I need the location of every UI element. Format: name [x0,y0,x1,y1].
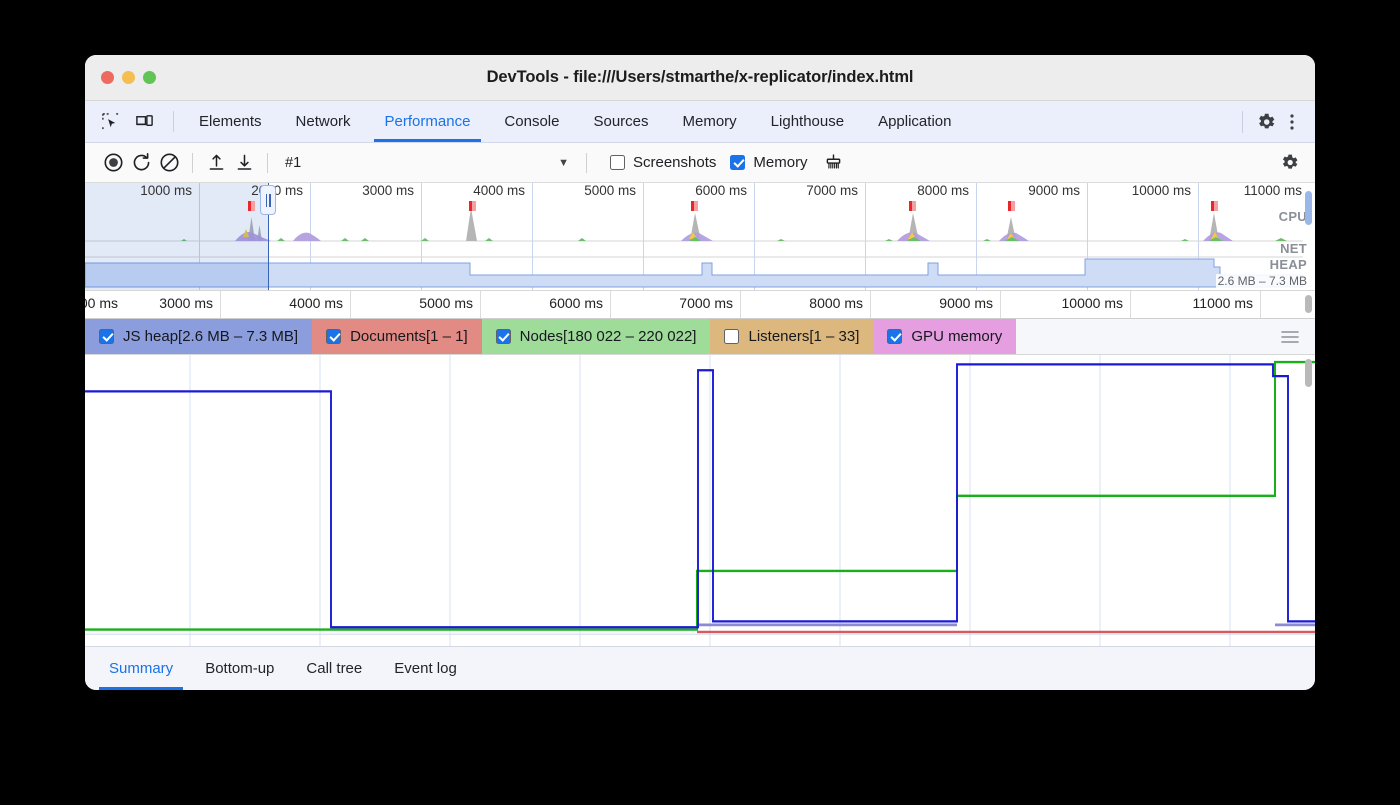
ruler-gridline [1000,291,1001,318]
memory-checkbox-row[interactable]: Memory [730,154,807,171]
details-tabbar: Summary Bottom-up Call tree Event log [85,646,1315,690]
devtools-window: DevTools - file:///Users/stmarthe/x-repl… [85,55,1315,690]
overview-track-label-heap: HEAP [1270,257,1307,272]
gpu-memory-checkbox[interactable] [887,329,902,344]
tab-call-tree[interactable]: Call tree [290,647,378,690]
tab-event-log[interactable]: Event log [378,647,473,690]
window-titlebar: DevTools - file:///Users/stmarthe/x-repl… [85,55,1315,101]
counter-toggle-listeners[interactable]: Listeners[1 – 33] [710,319,873,354]
toolbar-divider-1 [192,153,193,173]
overview-scrollbar[interactable] [1303,183,1314,290]
performance-toolbar: #1 ▼ Screenshots Memory [85,143,1315,183]
profile-selector-value: #1 [285,155,301,171]
listeners-label: Listeners[1 – 33] [748,328,859,345]
tabstrip-right-icons [1240,101,1315,142]
ruler-tick: 2000 ms [85,295,125,311]
nodes-label: Nodes[180 022 – 220 022] [520,328,697,345]
frame-marker [691,201,698,211]
toolbar-right-group [1275,149,1303,177]
memory-counters-legend: JS heap[2.6 MB – 7.3 MB] Documents[1 – 1… [85,319,1315,355]
ruler-tick: 6000 ms [549,295,610,311]
devtools-tabstrip: Elements Network Performance Console Sou… [85,101,1315,143]
ruler-tick: 9000 ms [939,295,1000,311]
js-heap-label: JS heap[2.6 MB – 7.3 MB] [123,328,298,345]
tabstrip-right-divider [1242,111,1243,133]
toolbar-divider-3 [586,153,587,173]
capture-settings-gear-icon[interactable] [1275,149,1303,177]
ruler-gridline [220,291,221,318]
toolbar-divider-2 [267,153,268,173]
profile-selector[interactable]: #1 ▼ [277,150,577,176]
ruler-gridline [1130,291,1131,318]
record-button[interactable] [99,149,127,177]
overview-selection-handle-left[interactable] [260,185,276,215]
tab-performance[interactable]: Performance [368,101,488,142]
ruler-gridline [740,291,741,318]
panel-tabs: Elements Network Performance Console Sou… [182,101,968,142]
counter-toggle-documents[interactable]: Documents[1 – 1] [312,319,482,354]
frame-marker [1211,201,1218,211]
settings-gear-icon[interactable] [1255,111,1277,133]
clear-button[interactable] [155,149,183,177]
frame-marker [248,201,255,211]
counter-toggle-gpu-memory[interactable]: GPU memory [873,319,1016,354]
memory-chart-scrollbar[interactable] [1303,355,1314,646]
ruler-gridline [350,291,351,318]
tab-bottom-up[interactable]: Bottom-up [189,647,290,690]
tab-summary[interactable]: Summary [93,647,189,690]
tab-application[interactable]: Application [861,101,968,142]
collect-garbage-icon[interactable] [820,149,848,177]
ruler-tick: 7000 ms [679,295,740,311]
ruler-tick: 8000 ms [809,295,870,311]
counter-toggle-nodes[interactable]: Nodes[180 022 – 220 022] [482,319,711,354]
frame-marker [909,201,916,211]
memory-chart-svg [85,355,1315,646]
frame-marker [1008,201,1015,211]
tabstrip-divider [173,111,174,132]
tab-lighthouse[interactable]: Lighthouse [754,101,861,142]
overview-heap-range: 2.6 MB – 7.3 MB [1216,274,1309,288]
ruler-gridline [870,291,871,318]
window-title: DevTools - file:///Users/stmarthe/x-repl… [85,68,1315,87]
ruler-tick: 11000 ms [1193,295,1260,311]
chevron-down-icon: ▼ [558,157,569,169]
tab-elements[interactable]: Elements [182,101,279,142]
load-profile-icon[interactable] [202,149,230,177]
memory-checkbox[interactable] [730,155,745,170]
tab-network[interactable]: Network [279,101,368,142]
ruler-tick: 4000 ms [289,295,350,311]
counter-toggle-js-heap[interactable]: JS heap[2.6 MB – 7.3 MB] [85,319,312,354]
gpu-memory-label: GPU memory [911,328,1002,345]
inspect-element-icon[interactable] [99,111,121,133]
ruler-tick: 3000 ms [159,295,220,311]
screenshots-checkbox-row[interactable]: Screenshots [610,154,716,171]
listeners-checkbox[interactable] [724,329,739,344]
reload-and-record-button[interactable] [127,149,155,177]
ruler-gridline [1260,291,1261,318]
counter-options-menu-icon[interactable] [1265,319,1315,354]
device-toolbar-icon[interactable] [133,111,155,133]
ruler-gridline [610,291,611,318]
memory-counters-chart[interactable] [85,355,1315,646]
screenshots-checkbox[interactable] [610,155,625,170]
nodes-checkbox[interactable] [496,329,511,344]
ruler-scrollbar[interactable] [1303,291,1314,318]
memory-label: Memory [753,154,807,171]
tab-memory[interactable]: Memory [666,101,754,142]
save-profile-icon[interactable] [230,149,258,177]
js-heap-checkbox[interactable] [99,329,114,344]
tab-sources[interactable]: Sources [576,101,665,142]
frame-marker [469,201,476,211]
documents-label: Documents[1 – 1] [350,328,468,345]
timeline-overview[interactable]: 1000 ms 2000 ms 3000 ms 4000 ms 5000 ms … [85,183,1315,291]
timeline-ruler: 2000 ms 3000 ms 4000 ms 5000 ms 6000 ms … [85,291,1315,319]
ruler-tick: 5000 ms [419,295,480,311]
tab-console[interactable]: Console [487,101,576,142]
documents-checkbox[interactable] [326,329,341,344]
ruler-gridline [480,291,481,318]
ruler-tick: 10000 ms [1062,295,1130,311]
screenshots-label: Screenshots [633,154,716,171]
more-options-icon[interactable] [1281,111,1303,133]
tabstrip-left-icons [85,101,165,142]
